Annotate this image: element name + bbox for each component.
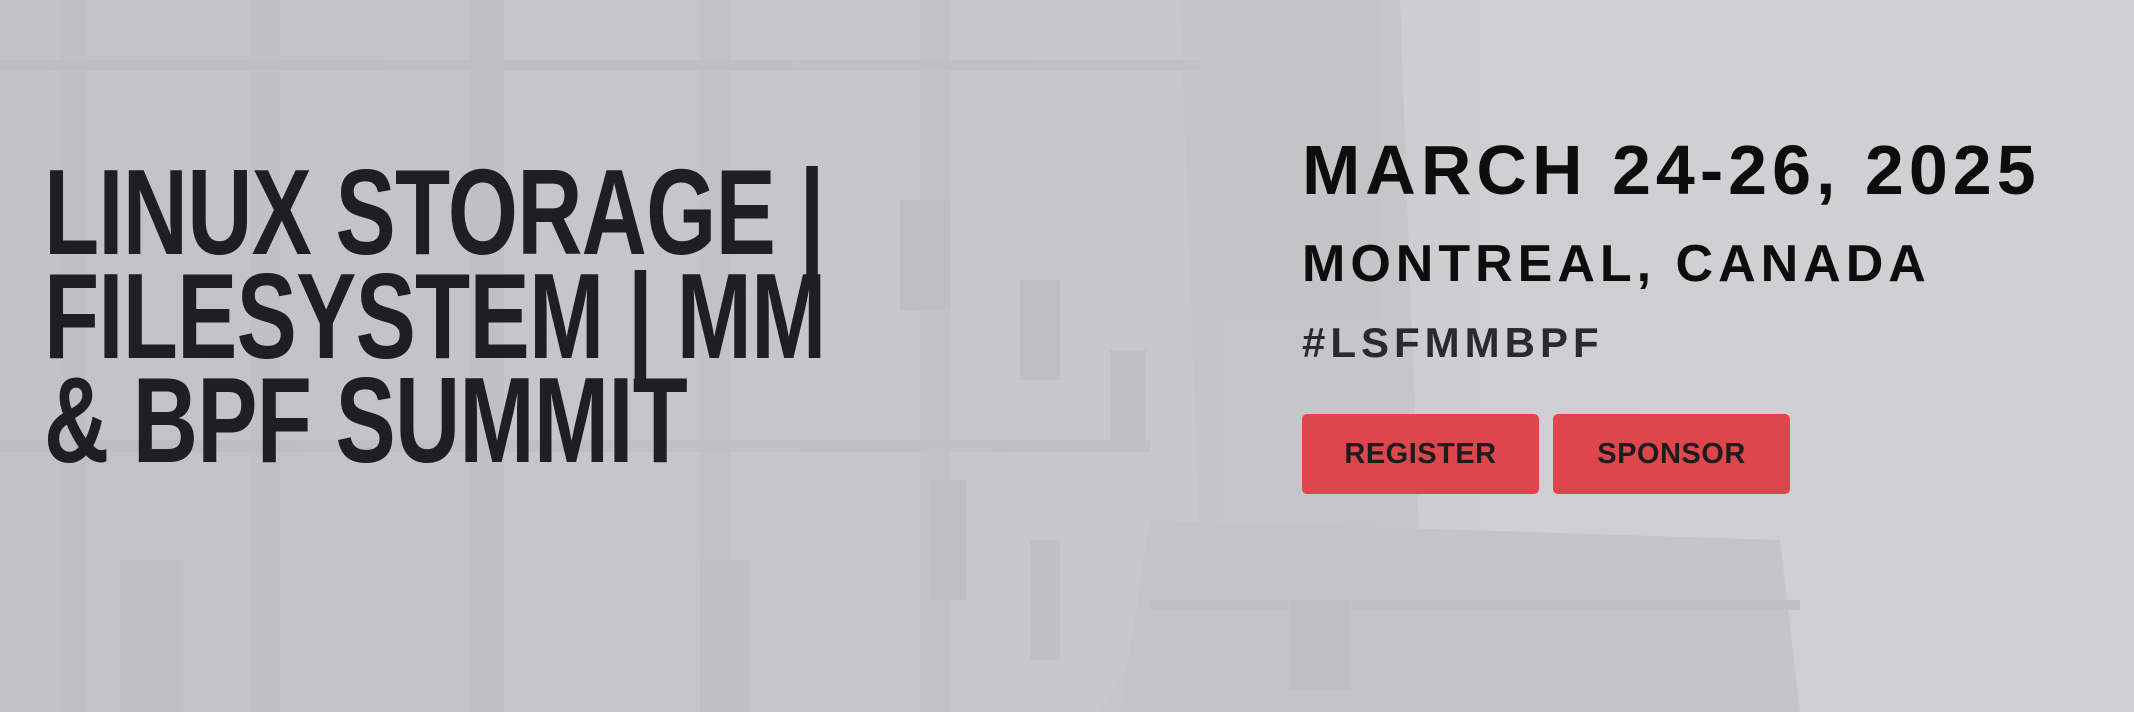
event-date: MARCH 24-26, 2025: [1302, 131, 2041, 209]
register-button[interactable]: REGISTER: [1302, 414, 1539, 494]
sponsor-button[interactable]: SPONSOR: [1553, 414, 1790, 494]
event-title-line: & BPF SUMMIT: [44, 352, 688, 488]
hero-banner: LINUX STORAGE | FILESYSTEM | MM & BPF SU…: [0, 0, 2134, 712]
event-location: MONTREAL, CANADA: [1302, 235, 1931, 293]
cta-buttons: REGISTER SPONSOR: [1302, 414, 2122, 494]
event-info: MARCH 24-26, 2025 MONTREAL, CANADA #LSFM…: [1302, 128, 2122, 494]
event-title: LINUX STORAGE | FILESYSTEM | MM & BPF SU…: [44, 151, 826, 488]
event-hashtag: #LSFMMBPF: [1302, 319, 1604, 366]
